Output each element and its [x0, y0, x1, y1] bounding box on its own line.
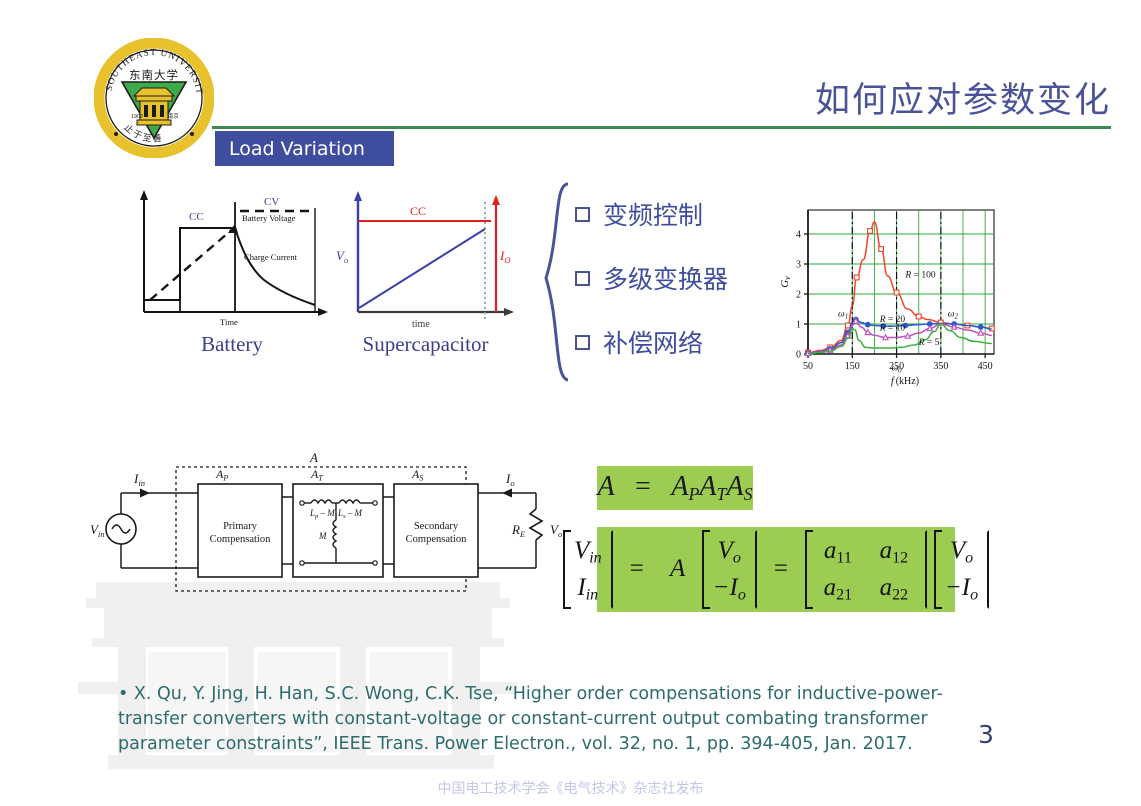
- output-voltage-label: Vo: [550, 522, 562, 539]
- list-item[interactable]: 补偿网络: [575, 310, 805, 374]
- svg-text:350: 350: [933, 361, 948, 372]
- battery-cv-label: CV: [264, 196, 279, 208]
- svg-text:150: 150: [845, 361, 860, 372]
- svg-text:1902: 1902: [131, 114, 143, 120]
- matrix-cell-a22: a22: [879, 573, 909, 603]
- supercap-vo-label: Vo: [336, 248, 348, 265]
- matrix-a-symbol: A: [670, 555, 686, 583]
- svg-text:R = 100: R = 100: [904, 271, 935, 281]
- battery-voltage-label: Battery Voltage: [242, 213, 296, 223]
- block-as-line2: Compensation: [406, 534, 467, 545]
- publisher-footer: 中国电工技术学会《电气技术》杂志社发布: [437, 781, 704, 797]
- square-bullet-icon: [575, 334, 590, 350]
- equation-a-product: A = APATAS: [597, 466, 753, 510]
- bullet-label: 补偿网络: [603, 329, 704, 358]
- supercap-cc-label: CC: [410, 204, 426, 218]
- page-title: 如何应对参数变化: [814, 81, 1111, 121]
- square-bullet-icon: [575, 206, 590, 222]
- equals-sign-1: =: [629, 555, 644, 583]
- svg-text:450: 450: [978, 361, 993, 372]
- block-ap-line2: Compensation: [210, 534, 271, 545]
- section-tag-label: Load Variation: [229, 137, 365, 160]
- svg-text:50: 50: [803, 361, 813, 372]
- svg-text:0: 0: [796, 350, 801, 361]
- transformer-m-label: M: [318, 531, 327, 541]
- block-at-tag: AT: [310, 467, 323, 483]
- svg-text:f (kHz): f (kHz): [891, 376, 919, 387]
- svg-text:Gv: Gv: [779, 276, 792, 288]
- output-current-label: Io: [505, 471, 515, 488]
- equation-a-product-text: A = APATAS: [597, 470, 753, 504]
- svg-text:2: 2: [796, 290, 801, 301]
- battery-xaxis-label: Time: [220, 317, 238, 327]
- svg-text:东南大学: 东南大学: [129, 68, 179, 82]
- svg-text:4: 4: [796, 230, 801, 241]
- svg-text:R = 5: R = 5: [918, 338, 940, 348]
- page-number: 3: [978, 720, 994, 749]
- svg-text:R = 10: R = 10: [879, 324, 906, 334]
- list-item[interactable]: 多级变换器: [575, 246, 805, 310]
- circuit-outer-label: A: [309, 450, 318, 465]
- equals-sign-2: =: [773, 555, 788, 583]
- reference-citation: • X. Qu, Y. Jing, H. Han, S.C. Wong, C.K…: [118, 684, 943, 754]
- bullet-label: 变频控制: [603, 201, 704, 230]
- matrix-rhs: Vo −Io: [933, 529, 990, 610]
- supercap-xaxis-label: time: [412, 319, 430, 330]
- strategy-bullet-list: 变频控制 多级变换器 补偿网络: [575, 182, 805, 374]
- svg-text:3: 3: [796, 260, 801, 271]
- block-as-tag: AS: [411, 467, 423, 483]
- list-item[interactable]: 变频控制: [575, 182, 805, 246]
- supercap-chart-caption: Supercapacitor: [362, 332, 489, 356]
- title-underline: [212, 126, 1111, 129]
- equation-two-port-matrix: Vin Iin = A Vo −Io = a11 a12 a21 a22 Vo …: [562, 527, 990, 612]
- input-current-label: Iin: [133, 471, 145, 488]
- charge-current-label: Charge Current: [244, 252, 298, 262]
- voltage-gain-frequency-chart: 0 1 2 3 4 50 150 250 350 450 f (kHz) Gv ω1 ω0 ω2 R = 10…: [778, 196, 1000, 394]
- matrix-abcd: a11 a12 a21 a22: [804, 529, 927, 610]
- battery-cc-label: CC: [189, 211, 204, 223]
- matrix-mid: Vo −Io: [701, 529, 757, 610]
- block-as-line1: Secondary: [414, 521, 459, 532]
- supercap-io-label: IO: [499, 248, 510, 265]
- block-ap-line1: Primary: [223, 521, 258, 532]
- matrix-lhs: Vin Iin: [562, 529, 613, 610]
- bullet-label: 多级变换器: [603, 265, 729, 294]
- southeast-university-logo: SOUTHEAST UNIVERSITY 止于至善 东南大学 1902 南京: [90, 30, 215, 159]
- svg-text:南京: 南京: [168, 112, 179, 120]
- matrix-cell-a21: a21: [823, 573, 853, 603]
- matrix-cell-a11: a11: [823, 536, 852, 567]
- curly-brace-decoration: [540, 182, 572, 382]
- block-ap-tag: AP: [215, 467, 228, 483]
- load-resistor-label: RE: [511, 522, 526, 539]
- matrix-cell-a12: a12: [879, 536, 909, 567]
- battery-chart-caption: Battery: [201, 332, 263, 356]
- section-tag-load-variation: Load Variation: [215, 131, 394, 166]
- svg-text:1: 1: [796, 320, 801, 331]
- battery-charging-chart: CC CV Battery Voltage Charge Current Tim…: [132, 188, 332, 333]
- supercapacitor-chart: CC Vo IO time: [330, 188, 520, 333]
- source-voltage-label: Vin: [90, 522, 105, 539]
- two-port-circuit-diagram: A Vin Iin AP Primary Compensation AT Lp …: [88, 445, 578, 605]
- square-bullet-icon: [575, 270, 590, 286]
